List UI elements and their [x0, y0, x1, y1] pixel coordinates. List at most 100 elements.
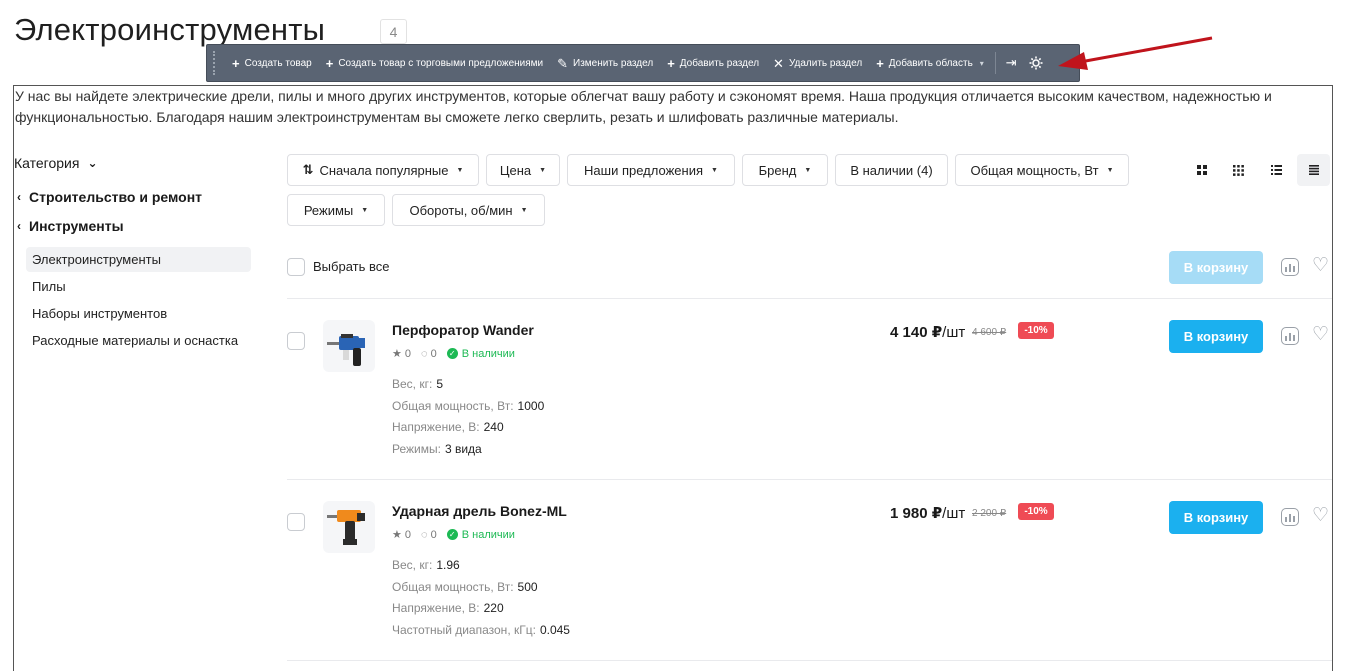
add-to-cart-button[interactable]: В корзину	[1169, 320, 1263, 353]
divider	[287, 479, 1332, 480]
plus-icon: +	[232, 55, 240, 71]
product-prop: Вес, кг: 5	[392, 377, 443, 391]
prop-label: Режимы:	[392, 442, 441, 456]
compare-icon[interactable]	[1281, 258, 1299, 276]
rating-value: 0	[404, 348, 412, 360]
power-filter-label: Общая мощность, Вт	[970, 162, 1099, 178]
prop-value: 220	[483, 601, 504, 615]
modes-filter[interactable]: Режимы ▼	[287, 194, 385, 226]
drag-handle-icon[interactable]	[213, 51, 219, 75]
chevron-down-icon: ▼	[539, 166, 547, 174]
in-stock-filter[interactable]: В наличии (4)	[835, 154, 948, 186]
gear-icon[interactable]	[1023, 56, 1049, 70]
product-prop: Напряжение, В: 240	[392, 420, 504, 434]
stock-status: ✓ В наличии	[446, 348, 515, 360]
create-product-button[interactable]: + Создать товар	[225, 45, 319, 81]
heart-icon[interactable]: ♡	[1312, 506, 1329, 525]
product-name[interactable]: Ударная дрель Bonez-ML	[392, 503, 567, 519]
prop-label: Вес, кг:	[392, 558, 433, 572]
sidebar-parent-tools[interactable]: ‹ Инструменты	[17, 218, 124, 234]
reviews-value: 0	[430, 528, 437, 541]
heart-icon[interactable]: ♡	[1312, 256, 1329, 275]
product-image[interactable]	[323, 501, 375, 553]
create-product-offers-button[interactable]: + Создать товар с торговыми предложениям…	[319, 45, 550, 81]
in-stock-filter-label: В наличии (4)	[850, 162, 933, 178]
view-rows-button[interactable]	[1297, 154, 1330, 186]
product-prop: Вес, кг: 1.96	[392, 558, 460, 572]
reviews: ◌ 0	[421, 528, 437, 541]
sort-dropdown[interactable]: ⇅ Сначала популярные ▼	[287, 154, 479, 186]
rpm-filter[interactable]: Обороты, об/мин ▼	[392, 194, 545, 226]
impact-drill-image-icon	[327, 510, 365, 545]
rpm-filter-label: Обороты, об/мин	[409, 202, 513, 218]
product-name[interactable]: Перфоратор Wander	[392, 322, 534, 338]
product-checkbox[interactable]	[287, 332, 305, 350]
edit-section-button[interactable]: ✎ Изменить раздел	[550, 45, 660, 81]
price-value: 4 140 ₽	[890, 324, 943, 341]
view-list-button[interactable]	[1260, 154, 1293, 186]
admin-toolbar: + Создать товар + Создать товар с торгов…	[206, 44, 1080, 82]
category-header-label: Категория	[14, 155, 80, 171]
prop-label: Общая мощность, Вт:	[392, 580, 514, 594]
sort-label: Сначала популярные	[319, 162, 449, 178]
add-section-button[interactable]: + Добавить раздел	[660, 45, 766, 81]
heart-icon[interactable]: ♡	[1312, 325, 1329, 344]
add-to-cart-button[interactable]: В корзину	[1169, 501, 1263, 534]
product-meta: ★ 0 ◌ 0 ✓ В наличии	[392, 347, 515, 361]
view-tiles-large-button[interactable]	[1185, 154, 1218, 186]
plus-icon: +	[325, 55, 334, 71]
pin-icon[interactable]: ⇥	[1000, 55, 1023, 71]
create-product-offers-label: Создать товар с торговыми предложениями	[338, 57, 544, 69]
prop-label: Частотный диапазон, кГц:	[392, 623, 536, 637]
section-description: У нас вы найдете электрические дрели, пи…	[15, 88, 1272, 125]
divider	[287, 298, 1332, 299]
sidebar-item-tool-sets[interactable]: Наборы инструментов	[26, 301, 251, 326]
product-prop: Напряжение, В: 220	[392, 601, 504, 615]
prop-label: Общая мощность, Вт:	[392, 399, 514, 413]
product-prop: Общая мощность, Вт: 500	[392, 580, 538, 594]
check-icon: ✓	[446, 348, 458, 359]
old-price: 2 200 ₽	[972, 508, 1007, 519]
sidebar-item-saws[interactable]: Пилы	[26, 274, 251, 299]
power-filter[interactable]: Общая мощность, Вт ▼	[955, 154, 1129, 186]
product-image[interactable]	[323, 320, 375, 372]
price-unit: /шт	[942, 324, 966, 341]
product-prop: Общая мощность, Вт: 1000	[392, 399, 544, 413]
compare-icon[interactable]	[1281, 508, 1299, 526]
sidebar-parent-label: Инструменты	[29, 218, 124, 234]
compare-icon[interactable]	[1281, 327, 1299, 345]
page-title: Электроинструменты	[14, 12, 326, 47]
add-area-button[interactable]: + Добавить область ▾	[869, 45, 991, 81]
sidebar-item-consumables[interactable]: Расходные материалы и оснастка	[26, 328, 251, 353]
price-value: 1 980 ₽	[890, 505, 943, 522]
add-section-label: Добавить раздел	[679, 57, 760, 69]
select-all-checkbox[interactable]	[287, 258, 305, 276]
delete-section-button[interactable]: ✕ Удалить раздел	[766, 45, 869, 81]
product-prop: Частотный диапазон, кГц: 0.045	[392, 623, 570, 637]
prop-value: 5	[436, 377, 443, 391]
sidebar-item-power-tools[interactable]: Электроинструменты	[26, 247, 251, 272]
stock-label: В наличии	[461, 528, 515, 541]
rating: ★ 0	[392, 529, 412, 541]
chevron-down-icon: ▼	[520, 206, 528, 214]
prop-value: 1000	[517, 399, 545, 413]
offers-filter[interactable]: Наши предложения ▼	[567, 154, 735, 186]
chevron-down-icon: ⌄	[87, 156, 98, 170]
sidebar-parent-construction[interactable]: ‹ Строительство и ремонт	[17, 189, 202, 205]
reviews: ◌ 0	[421, 347, 437, 360]
brand-filter[interactable]: Бренд ▼	[742, 154, 828, 186]
chevron-left-icon: ‹	[17, 190, 21, 204]
chevron-down-icon: ▼	[1106, 166, 1114, 174]
chevron-down-icon: ▼	[804, 166, 812, 174]
category-header[interactable]: Категория ⌄	[14, 155, 98, 171]
view-tiles-small-button[interactable]	[1222, 154, 1255, 186]
toolbar-divider	[994, 52, 996, 74]
reviews-value: 0	[430, 347, 437, 360]
product-checkbox[interactable]	[287, 513, 305, 531]
bulk-add-to-cart-button[interactable]: В корзину	[1169, 251, 1263, 284]
offers-filter-label: Наши предложения	[584, 162, 703, 178]
old-price: 4 600 ₽	[972, 327, 1007, 338]
list-icon	[1271, 165, 1282, 175]
modes-filter-label: Режимы	[303, 202, 354, 218]
price-filter[interactable]: Цена ▼	[486, 154, 560, 186]
